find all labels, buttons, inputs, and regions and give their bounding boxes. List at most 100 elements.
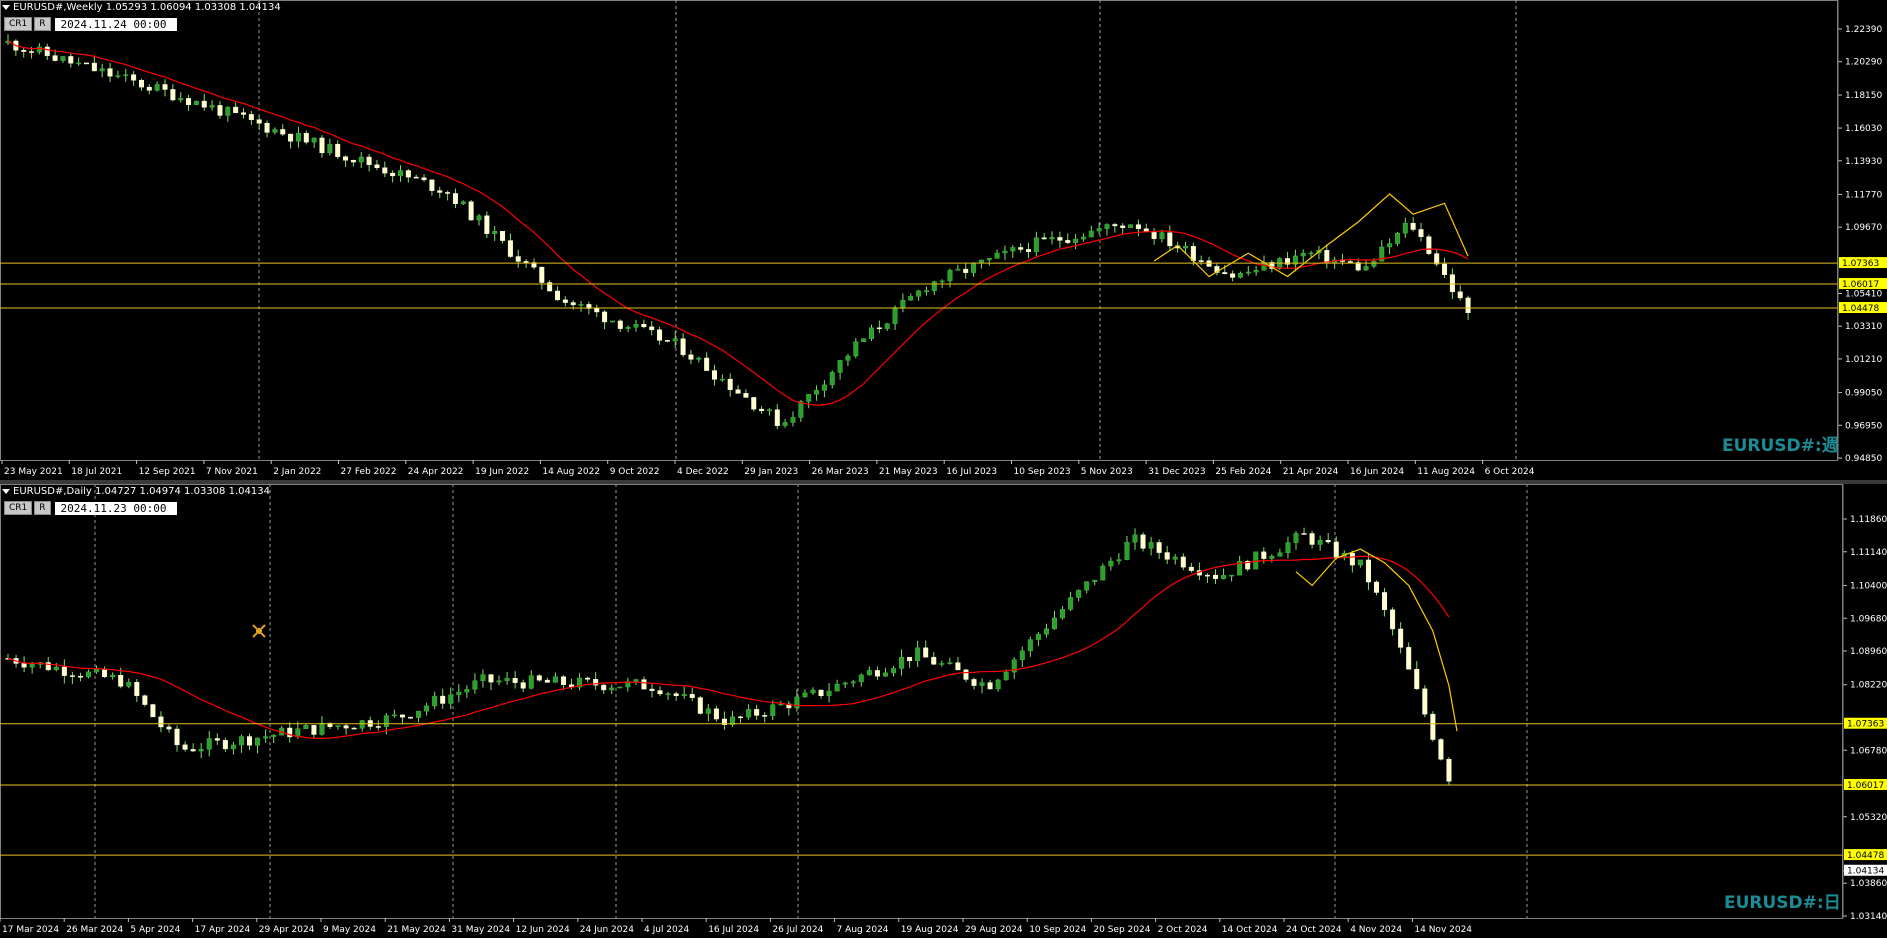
time-label: 29 Aug 2024 — [965, 925, 1023, 935]
time-label: 5 Nov 2023 — [1081, 467, 1133, 477]
bear-candle — [134, 682, 140, 696]
bull-candle — [398, 170, 403, 177]
bull-candle — [1100, 565, 1106, 581]
price-label: 1.03310 — [1845, 322, 1882, 332]
bear-candle — [1414, 668, 1420, 690]
r-button[interactable]: R — [34, 501, 51, 515]
bull-candle — [696, 357, 702, 360]
bull-candle — [1357, 559, 1363, 566]
bear-candle — [963, 268, 969, 273]
r-button[interactable]: R — [34, 17, 51, 31]
bull-candle — [845, 355, 851, 361]
bull-candle — [986, 258, 992, 261]
weekly-date-box[interactable]: 2024.11.24 00:00 — [54, 17, 177, 31]
daily-chart-pane[interactable]: 1.11860 1.11140 1.10400 1.09680 1.08960 1.082… — [0, 484, 1887, 938]
bear-candle — [743, 393, 749, 398]
bull-candle — [60, 56, 66, 61]
bear-candle — [1112, 224, 1118, 227]
bull-candle — [609, 320, 615, 323]
bear-candle — [689, 694, 695, 698]
weekly-chart[interactable]: 1.22390 1.20290 1.18150 1.16030 1.13930 1.117… — [0, 0, 1887, 480]
bear-candle — [704, 357, 710, 371]
price-label: 1.08220 — [1850, 681, 1887, 691]
time-label: 29 Apr 2024 — [259, 925, 315, 935]
bull-candle — [1124, 541, 1130, 560]
level-price-label: 1.04478 — [1847, 851, 1884, 861]
bear-candle — [390, 172, 396, 177]
time-label: 16 Jul 2023 — [946, 467, 997, 477]
bull-candle — [1080, 236, 1086, 240]
bull-candle — [86, 671, 91, 678]
dropdown-triangle-icon[interactable] — [2, 488, 10, 494]
bear-candle — [1365, 559, 1371, 583]
cr-button[interactable]: CR1 — [4, 501, 33, 515]
bull-candle — [123, 74, 129, 77]
time-label: 14 Nov 2024 — [1414, 925, 1472, 935]
bull-candle — [842, 682, 848, 685]
bear-candle — [1382, 592, 1388, 611]
bull-candle — [884, 323, 890, 329]
bear-candle — [233, 106, 239, 113]
cr-button[interactable]: CR1 — [4, 17, 33, 31]
bear-candle — [1418, 229, 1424, 237]
bear-candle — [52, 55, 58, 61]
moving-average-line — [7, 555, 1450, 740]
bear-candle — [21, 49, 27, 52]
bear-candle — [158, 716, 164, 728]
bear-candle — [1167, 232, 1173, 247]
daily-chart[interactable]: 1.11860 1.11140 1.10400 1.09680 1.08960 1.082… — [0, 484, 1887, 938]
bear-candle — [1325, 540, 1331, 543]
bear-candle — [570, 302, 576, 306]
bear-candle — [247, 736, 252, 746]
bear-candle — [84, 62, 89, 65]
bull-candle — [798, 401, 804, 418]
bear-candle — [186, 98, 192, 105]
bear-candle — [138, 79, 144, 88]
bull-candle — [198, 749, 204, 752]
bear-candle — [445, 192, 451, 194]
weekly-chart-pane[interactable]: 1.22390 1.20290 1.18150 1.16030 1.13930 1.117… — [0, 0, 1887, 480]
bull-candle — [665, 693, 671, 695]
bull-candle — [1300, 252, 1306, 257]
price-label: 0.94850 — [1845, 454, 1882, 464]
daily-chart-header[interactable]: EURUSD#,Daily 1.04727 1.04974 1.03308 1.… — [2, 486, 270, 497]
bull-candle — [853, 341, 859, 357]
bear-candle — [488, 674, 494, 683]
bear-candle — [955, 662, 961, 671]
bull-candle — [1068, 597, 1074, 610]
bull-candle — [272, 129, 278, 133]
bear-candle — [131, 74, 137, 81]
bear-candle — [68, 56, 74, 64]
bull-candle — [770, 704, 776, 716]
bull-candle — [391, 714, 397, 717]
bear-candle — [374, 164, 380, 168]
bear-candle — [649, 688, 655, 691]
bear-candle — [1446, 758, 1452, 782]
bull-candle — [955, 268, 961, 271]
crosshair-tool-icon[interactable] — [250, 622, 268, 640]
daily-date-box[interactable]: 2024.11.23 00:00 — [54, 501, 177, 515]
bull-candle — [424, 705, 430, 712]
bull-candle — [633, 324, 639, 328]
time-label: 18 Jul 2021 — [71, 467, 122, 477]
bear-candle — [174, 728, 180, 746]
time-label: 7 Aug 2024 — [837, 925, 889, 935]
bull-candle — [263, 736, 269, 739]
bear-candle — [1151, 231, 1157, 239]
weekly-symbol-info: EURUSD#,Weekly 1.05293 1.06094 1.03308 1… — [13, 2, 281, 13]
bull-candle — [625, 327, 631, 329]
bull-candle — [794, 696, 800, 709]
time-label: 27 Feb 2022 — [341, 467, 397, 477]
bear-candle — [29, 51, 35, 53]
bear-candle — [1430, 713, 1436, 740]
dropdown-triangle-icon[interactable] — [2, 4, 10, 10]
level-price-label: 1.06017 — [1847, 781, 1884, 791]
bull-candle — [1387, 243, 1393, 248]
bull-candle — [979, 682, 985, 686]
bull-candle — [1104, 224, 1110, 229]
bull-candle — [492, 230, 498, 234]
price-label: 1.09670 — [1845, 223, 1882, 233]
weekly-chart-header[interactable]: EURUSD#,Weekly 1.05293 1.06094 1.03308 1… — [2, 2, 281, 13]
bull-candle — [939, 280, 945, 283]
bear-candle — [1422, 688, 1428, 715]
